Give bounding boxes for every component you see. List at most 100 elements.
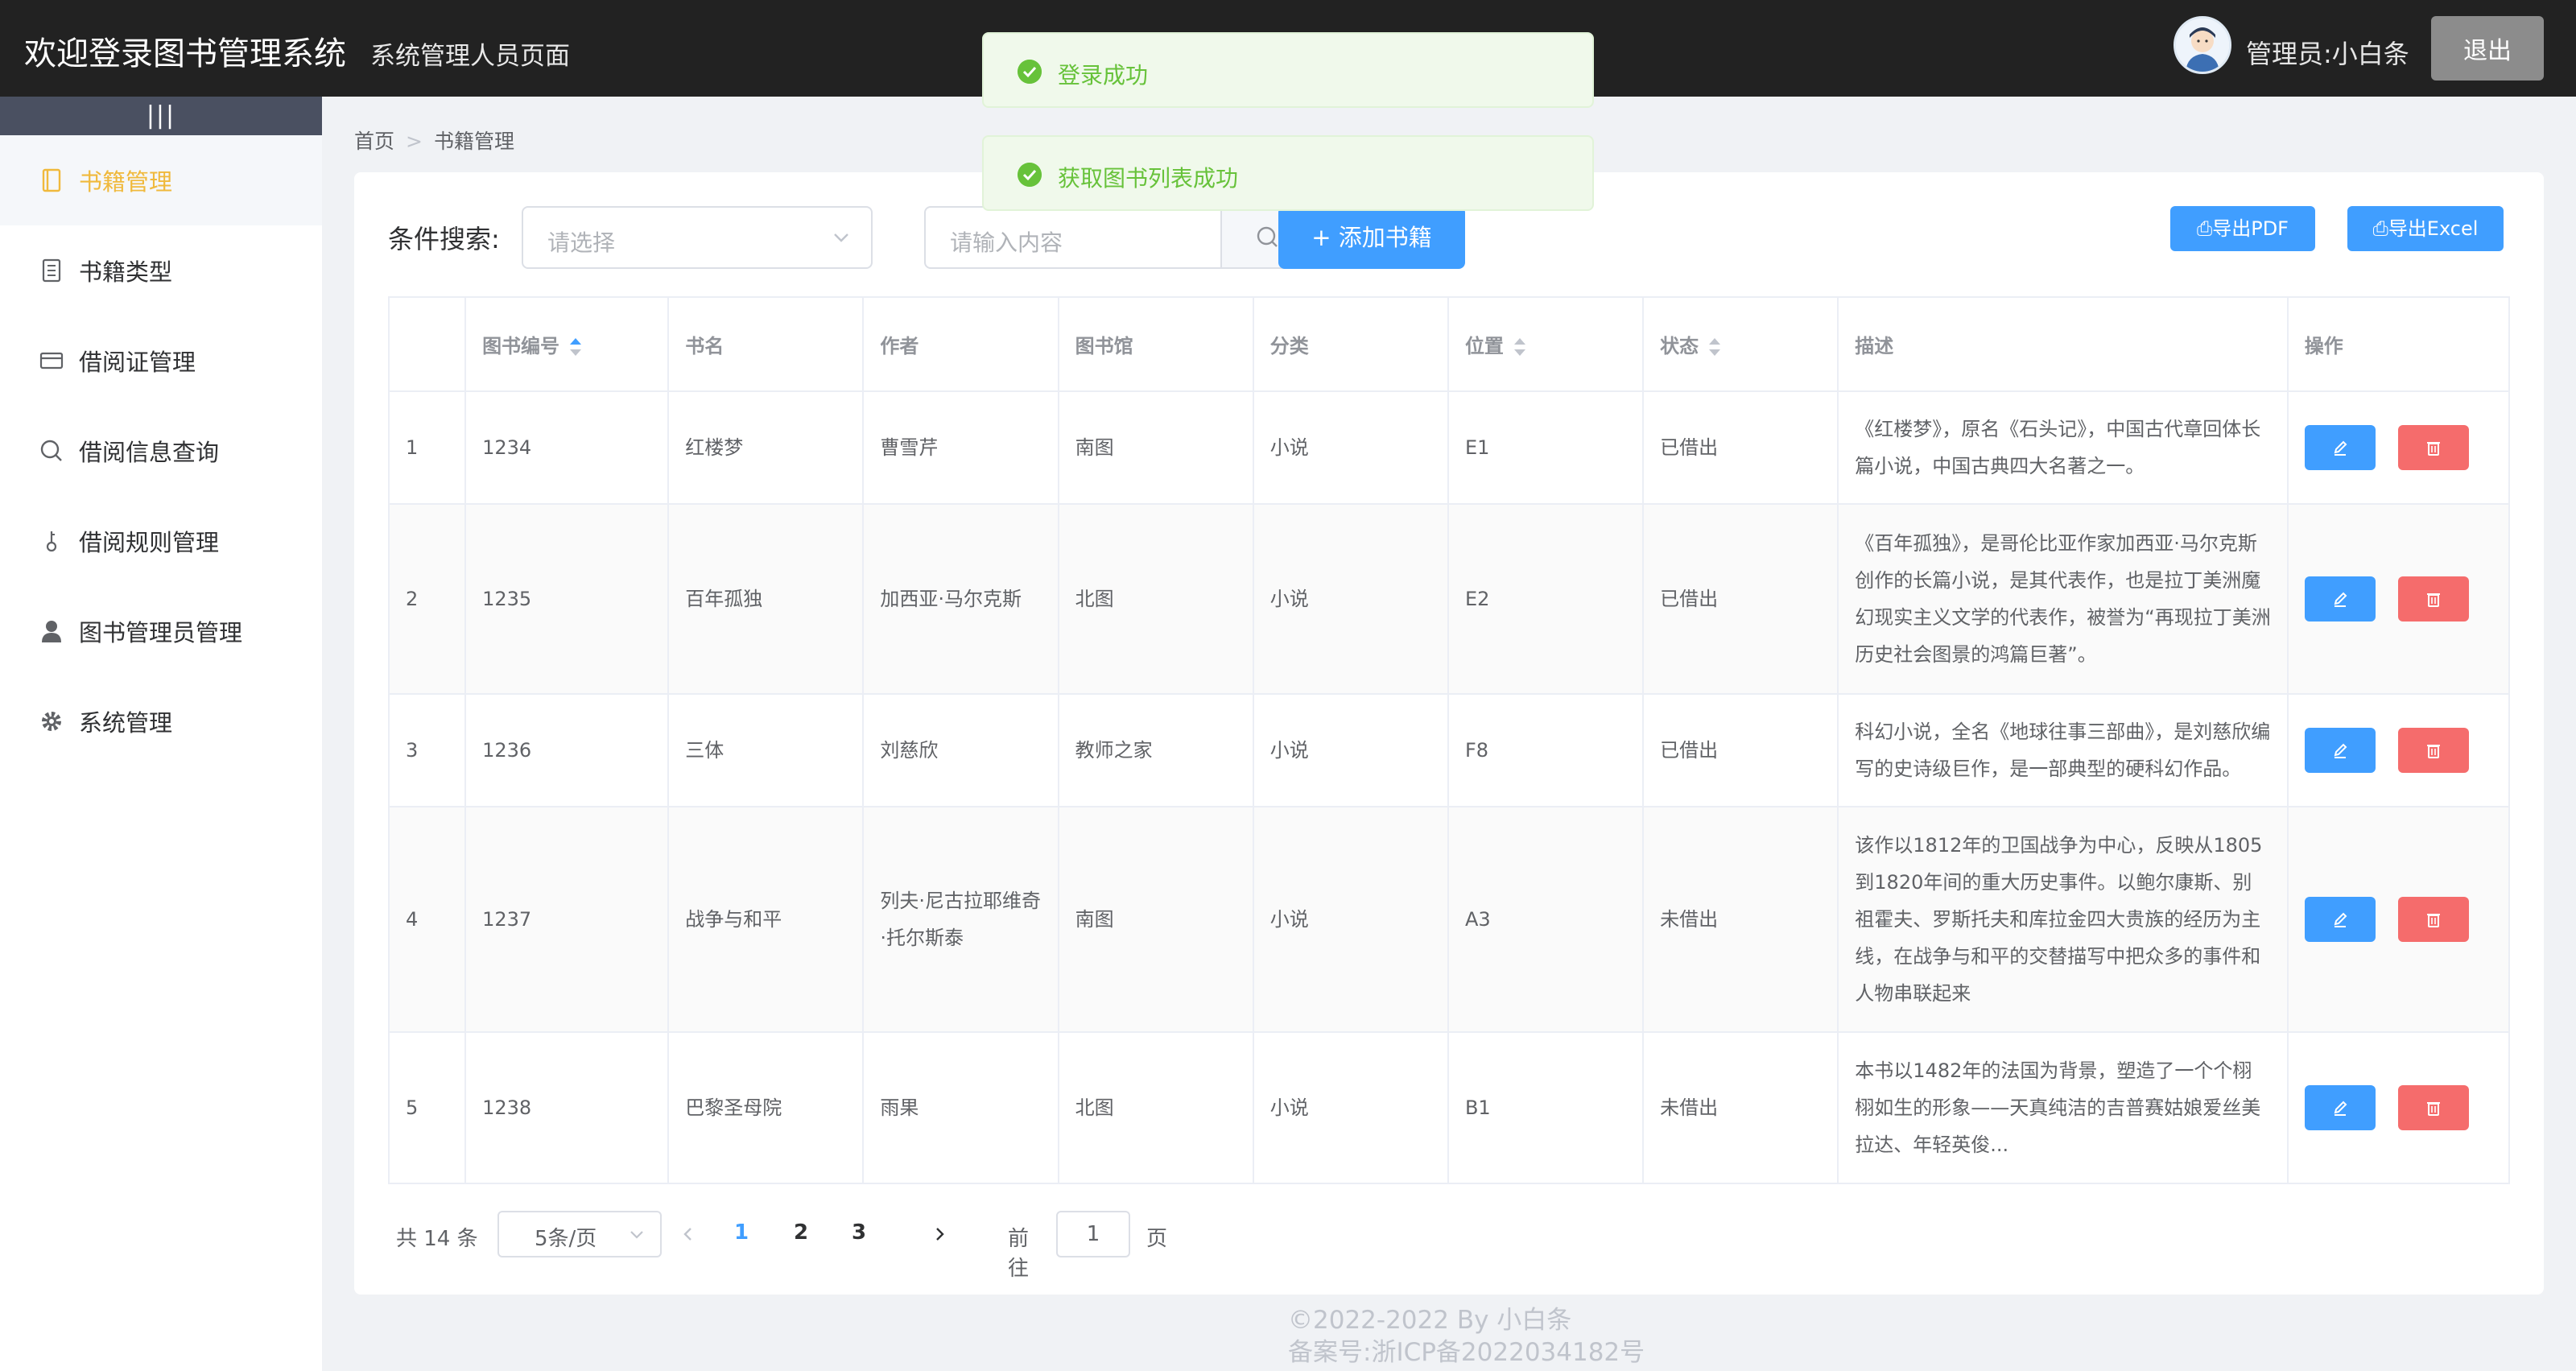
cell-location: A3 <box>1447 807 1645 1033</box>
column-header-actions: 操作 <box>2287 298 2508 392</box>
cell-name: 三体 <box>668 694 865 807</box>
edit-button[interactable] <box>2304 728 2376 773</box>
trash-icon <box>2426 593 2440 607</box>
search-input[interactable]: 请输入内容 <box>924 206 1314 269</box>
key-icon <box>46 531 57 552</box>
delete-button[interactable] <box>2397 728 2469 773</box>
check-circle-icon <box>1018 163 1042 187</box>
edit-button[interactable] <box>2304 897 2376 942</box>
edit-button[interactable] <box>2304 425 2376 470</box>
avatar[interactable] <box>2174 16 2231 74</box>
next-page-button[interactable] <box>929 1224 950 1245</box>
card-icon <box>39 352 64 370</box>
cell-category: 小说 <box>1253 694 1449 807</box>
book-icon <box>42 168 61 192</box>
toast-message: 登录成功 <box>982 32 1594 108</box>
edit-icon <box>2334 592 2347 607</box>
export-pdf-button[interactable]: ⎙导出PDF <box>2170 206 2315 251</box>
cell-author: 列夫·尼古拉耶维奇·托尔斯泰 <box>863 807 1059 1033</box>
sidebar: ||| 书籍管理 书籍类型 借阅证管理 借阅信息查询 借阅规则管理 图书管理员管… <box>0 97 322 1371</box>
sidebar-collapse-toggle[interactable]: ||| <box>0 97 322 135</box>
export-excel-button[interactable]: ⎙导出Excel <box>2347 206 2504 251</box>
edit-button[interactable] <box>2304 576 2376 621</box>
table-row: 4 1237 战争与和平 列夫·尼古拉耶维奇·托尔斯泰 南图 小说 A3 未借出… <box>390 807 2508 1033</box>
sort-icon[interactable] <box>1512 335 1528 359</box>
cell-actions <box>2287 807 2508 1033</box>
plus-icon: + <box>1311 224 1339 251</box>
column-header-id[interactable]: 图书编号 <box>465 298 670 392</box>
search-field-select[interactable]: 请选择 <box>522 206 873 269</box>
add-book-button[interactable]: + 添加书籍 <box>1278 206 1465 269</box>
cell-actions <box>2287 391 2508 505</box>
sidebar-item-label: 借阅规则管理 <box>79 529 220 556</box>
column-header-library: 图书馆 <box>1058 298 1254 392</box>
column-header-status[interactable]: 状态 <box>1643 298 1839 392</box>
sidebar-item-borrow-rules[interactable]: 借阅规则管理 <box>0 496 322 586</box>
sort-icon[interactable] <box>568 335 584 359</box>
cell-description: 科幻小说，全名《地球往事三部曲》，是刘慈欣编写的史诗级巨作，是一部典型的硬科幻作… <box>1838 694 2289 807</box>
delete-button[interactable] <box>2397 1085 2469 1130</box>
cell-actions <box>2287 694 2508 807</box>
cell-name: 红楼梦 <box>668 391 865 505</box>
toast-text: 登录成功 <box>1058 62 1149 89</box>
cell-author: 刘慈欣 <box>863 694 1059 807</box>
cell-index: 3 <box>390 694 467 807</box>
edit-button[interactable] <box>2304 1085 2376 1130</box>
goto-page-input[interactable]: 1 <box>1056 1211 1130 1257</box>
goto-suffix: 页 <box>1146 1227 1168 1251</box>
sidebar-item-borrow-query[interactable]: 借阅信息查询 <box>0 406 322 496</box>
cell-category: 小说 <box>1253 1032 1449 1184</box>
sidebar-item-label: 借阅证管理 <box>79 349 196 376</box>
cell-id: 1238 <box>465 1032 670 1184</box>
cell-name: 巴黎圣母院 <box>668 1032 865 1184</box>
delete-button[interactable] <box>2397 897 2469 942</box>
cell-library: 南图 <box>1058 807 1254 1033</box>
sidebar-item-library-card[interactable]: 借阅证管理 <box>0 316 322 406</box>
sidebar-item-system-management[interactable]: 系统管理 <box>0 676 322 766</box>
sidebar-item-label: 书籍管理 <box>79 168 173 196</box>
edit-icon <box>2334 912 2347 927</box>
page-size-select[interactable]: 5条/页 <box>497 1211 662 1257</box>
sidebar-item-librarian-management[interactable]: 图书管理员管理 <box>0 586 322 676</box>
cell-status: 已借出 <box>1643 391 1839 505</box>
check-circle-icon <box>1018 60 1042 84</box>
delete-button[interactable] <box>2397 425 2469 470</box>
cell-location: F8 <box>1447 694 1645 807</box>
cell-library: 南图 <box>1058 391 1254 505</box>
page-number[interactable]: 2 <box>794 1220 808 1245</box>
edit-icon <box>2334 1101 2347 1116</box>
logout-button[interactable]: 退出 <box>2431 16 2544 81</box>
goto-label: 前往 <box>1008 1227 1030 1281</box>
table-row: 5 1238 巴黎圣母院 雨果 北图 小说 B1 未借出 本书以1482年的法国… <box>390 1032 2508 1184</box>
footer-copyright: ©2022-2022 By 小白条 <box>1288 1306 1572 1335</box>
sidebar-item-label: 借阅信息查询 <box>79 439 220 466</box>
page-number[interactable]: 1 <box>734 1220 749 1245</box>
prev-page-button[interactable] <box>678 1224 699 1245</box>
cell-index: 5 <box>390 1032 467 1184</box>
cell-id: 1235 <box>465 504 670 695</box>
cell-status: 未借出 <box>1643 1032 1839 1184</box>
breadcrumb-home[interactable]: 首页 <box>354 130 394 153</box>
delete-button[interactable] <box>2397 576 2469 621</box>
footer-icp[interactable]: 备案号:浙ICP备2022034182号 <box>1288 1336 1645 1369</box>
avatar-icon <box>2176 19 2229 72</box>
cell-author: 雨果 <box>863 1032 1059 1184</box>
user-icon <box>42 621 61 642</box>
page-subtitle: 系统管理人员页面 <box>370 42 570 71</box>
sidebar-item-book-types[interactable]: 书籍类型 <box>0 225 322 316</box>
column-header-author: 作者 <box>863 298 1059 392</box>
sidebar-item-book-management[interactable]: 书籍管理 <box>0 135 322 225</box>
table-header-row: 图书编号 书名 作者 图书馆 分类 位置 状态 描述 操作 <box>390 298 2508 392</box>
cell-library: 北图 <box>1058 504 1254 695</box>
cell-library: 教师之家 <box>1058 694 1254 807</box>
column-header-location[interactable]: 位置 <box>1447 298 1645 392</box>
page-number[interactable]: 3 <box>852 1220 866 1245</box>
cell-status: 已借出 <box>1643 504 1839 695</box>
cell-name: 百年孤独 <box>668 504 865 695</box>
sort-icon[interactable] <box>1707 335 1723 359</box>
search-icon <box>40 440 62 461</box>
select-placeholder: 请选择 <box>547 229 616 256</box>
cell-id: 1237 <box>465 807 670 1033</box>
cell-id: 1236 <box>465 694 670 807</box>
chevron-down-icon <box>630 1231 643 1239</box>
